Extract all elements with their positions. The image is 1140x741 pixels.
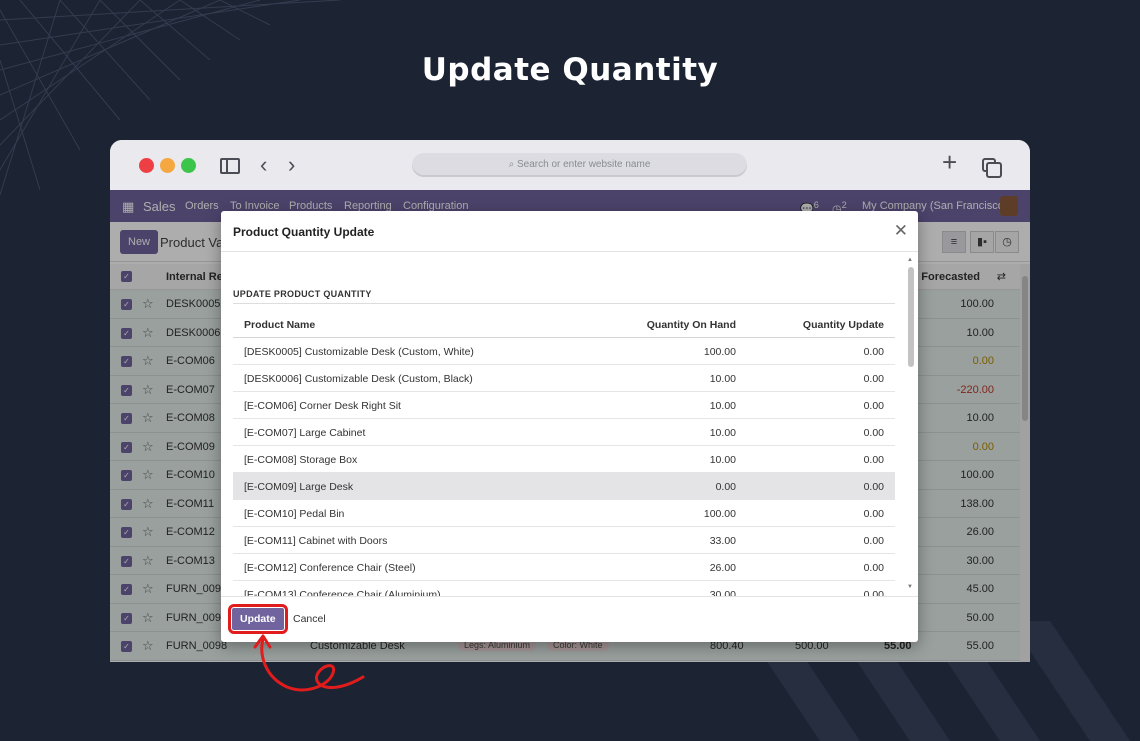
new-tab-icon[interactable]: + (942, 149, 957, 175)
quantity-on-hand-cell: 10.00 (709, 427, 736, 439)
cancel-button[interactable]: Cancel (293, 613, 326, 625)
quantity-update-cell[interactable]: 0.00 (864, 535, 884, 547)
product-name-cell: [E-COM12] Conference Chair (Steel) (244, 562, 416, 574)
product-name-cell: [E-COM08] Storage Box (244, 454, 358, 466)
quantity-update-dialog: Product Quantity Update ✕ UPDATE PRODUCT… (221, 211, 918, 642)
column-quantity-update: Quantity Update (802, 319, 884, 331)
dialog-header: Product Quantity Update ✕ (221, 211, 918, 252)
annotation-arrow-icon (253, 634, 365, 692)
quantity-on-hand-cell: 26.00 (709, 562, 736, 574)
product-name-cell: [E-COM06] Corner Desk Right Sit (244, 400, 401, 412)
table-row[interactable]: [E-COM07] Large Cabinet 10.00 0.00 (233, 419, 895, 446)
table-row[interactable]: [DESK0005] Customizable Desk (Custom, Wh… (233, 338, 895, 365)
sidebar-toggle-icon[interactable] (220, 158, 240, 174)
table-row[interactable]: [E-COM13] Conference Chair (Aluminium) 30… (233, 581, 895, 596)
dialog-title: Product Quantity Update (233, 225, 375, 239)
section-title: UPDATE PRODUCT QUANTITY (233, 289, 372, 299)
quantity-on-hand-cell: 10.00 (709, 373, 736, 385)
quantity-update-cell[interactable]: 0.00 (864, 400, 884, 412)
quantity-on-hand-cell: 0.00 (715, 481, 736, 493)
product-name-cell: [E-COM09] Large Desk (244, 481, 354, 493)
quantity-update-cell[interactable]: 0.00 (864, 346, 884, 358)
quantity-on-hand-cell: 10.00 (709, 454, 736, 466)
dialog-scrollbar[interactable]: ▲ ▼ (906, 257, 916, 592)
forward-arrow-icon[interactable]: › (288, 154, 295, 176)
table-row[interactable]: [E-COM08] Storage Box 10.00 0.00 (233, 446, 895, 473)
quantity-update-cell[interactable]: 0.00 (864, 589, 884, 596)
hero-title: Update Quantity (421, 52, 719, 88)
close-window-dot[interactable] (139, 158, 154, 173)
scroll-up-icon[interactable]: ▲ (907, 257, 913, 263)
table-header: Product Name Quantity On Hand Quantity U… (233, 311, 895, 338)
quantity-update-cell[interactable]: 0.00 (864, 562, 884, 574)
table-row[interactable]: [E-COM10] Pedal Bin 100.00 0.00 (233, 500, 895, 527)
address-bar[interactable]: ⌕ Search or enter website name (412, 153, 747, 177)
browser-toolbar: ‹ › ⌕ Search or enter website name + (110, 140, 1030, 190)
minimize-window-dot[interactable] (160, 158, 175, 173)
quantity-on-hand-cell: 100.00 (703, 346, 736, 358)
product-name-cell: [E-COM11] Cabinet with Doors (244, 535, 388, 547)
table-row[interactable]: [E-COM09] Large Desk 0.00 0.00 (233, 473, 895, 500)
quantity-update-cell[interactable]: 0.00 (864, 454, 884, 466)
table-row[interactable]: [E-COM06] Corner Desk Right Sit 10.00 0.00 (233, 392, 895, 419)
column-product-name: Product Name (244, 319, 316, 331)
product-name-cell: [E-COM07] Large Cabinet (244, 427, 366, 439)
back-arrow-icon[interactable]: ‹ (260, 154, 267, 176)
quantity-update-cell[interactable]: 0.00 (864, 481, 884, 493)
quantity-on-hand-cell: 33.00 (709, 535, 736, 547)
quantity-update-cell[interactable]: 0.00 (864, 427, 884, 439)
quantity-update-cell[interactable]: 0.00 (864, 373, 884, 385)
maximize-window-dot[interactable] (181, 158, 196, 173)
table-row[interactable]: [E-COM11] Cabinet with Doors 33.00 0.00 (233, 527, 895, 554)
close-icon[interactable]: ✕ (894, 221, 908, 241)
product-name-cell: [E-COM10] Pedal Bin (244, 508, 345, 520)
search-icon: ⌕ (508, 159, 517, 170)
product-name-cell: [DESK0005] Customizable Desk (Custom, Wh… (244, 346, 474, 358)
quantity-update-cell[interactable]: 0.00 (864, 508, 884, 520)
quantity-on-hand-cell: 30.00 (709, 589, 736, 596)
product-name-cell: [E-COM13] Conference Chair (Aluminium) (244, 589, 441, 596)
address-placeholder: Search or enter website name (516, 159, 651, 170)
quantity-on-hand-cell: 100.00 (703, 508, 736, 520)
scroll-down-icon[interactable]: ▼ (907, 584, 913, 590)
table-row[interactable]: [E-COM12] Conference Chair (Steel) 26.00 0… (233, 554, 895, 581)
tabs-overview-icon[interactable] (982, 158, 1002, 178)
product-name-cell: [DESK0006] Customizable Desk (Custom, Bl… (244, 373, 473, 385)
dialog-body: UPDATE PRODUCT QUANTITY Product Name Qua… (221, 253, 918, 596)
table-body: [DESK0005] Customizable Desk (Custom, Wh… (233, 338, 895, 596)
column-quantity-on-hand: Quantity On Hand (646, 319, 736, 331)
section-divider (233, 303, 895, 304)
table-row[interactable]: [DESK0006] Customizable Desk (Custom, Bl… (233, 365, 895, 392)
quantity-table: Product Name Quantity On Hand Quantity U… (233, 311, 895, 596)
quantity-on-hand-cell: 10.00 (709, 400, 736, 412)
dialog-scrollbar-thumb[interactable] (908, 267, 914, 367)
